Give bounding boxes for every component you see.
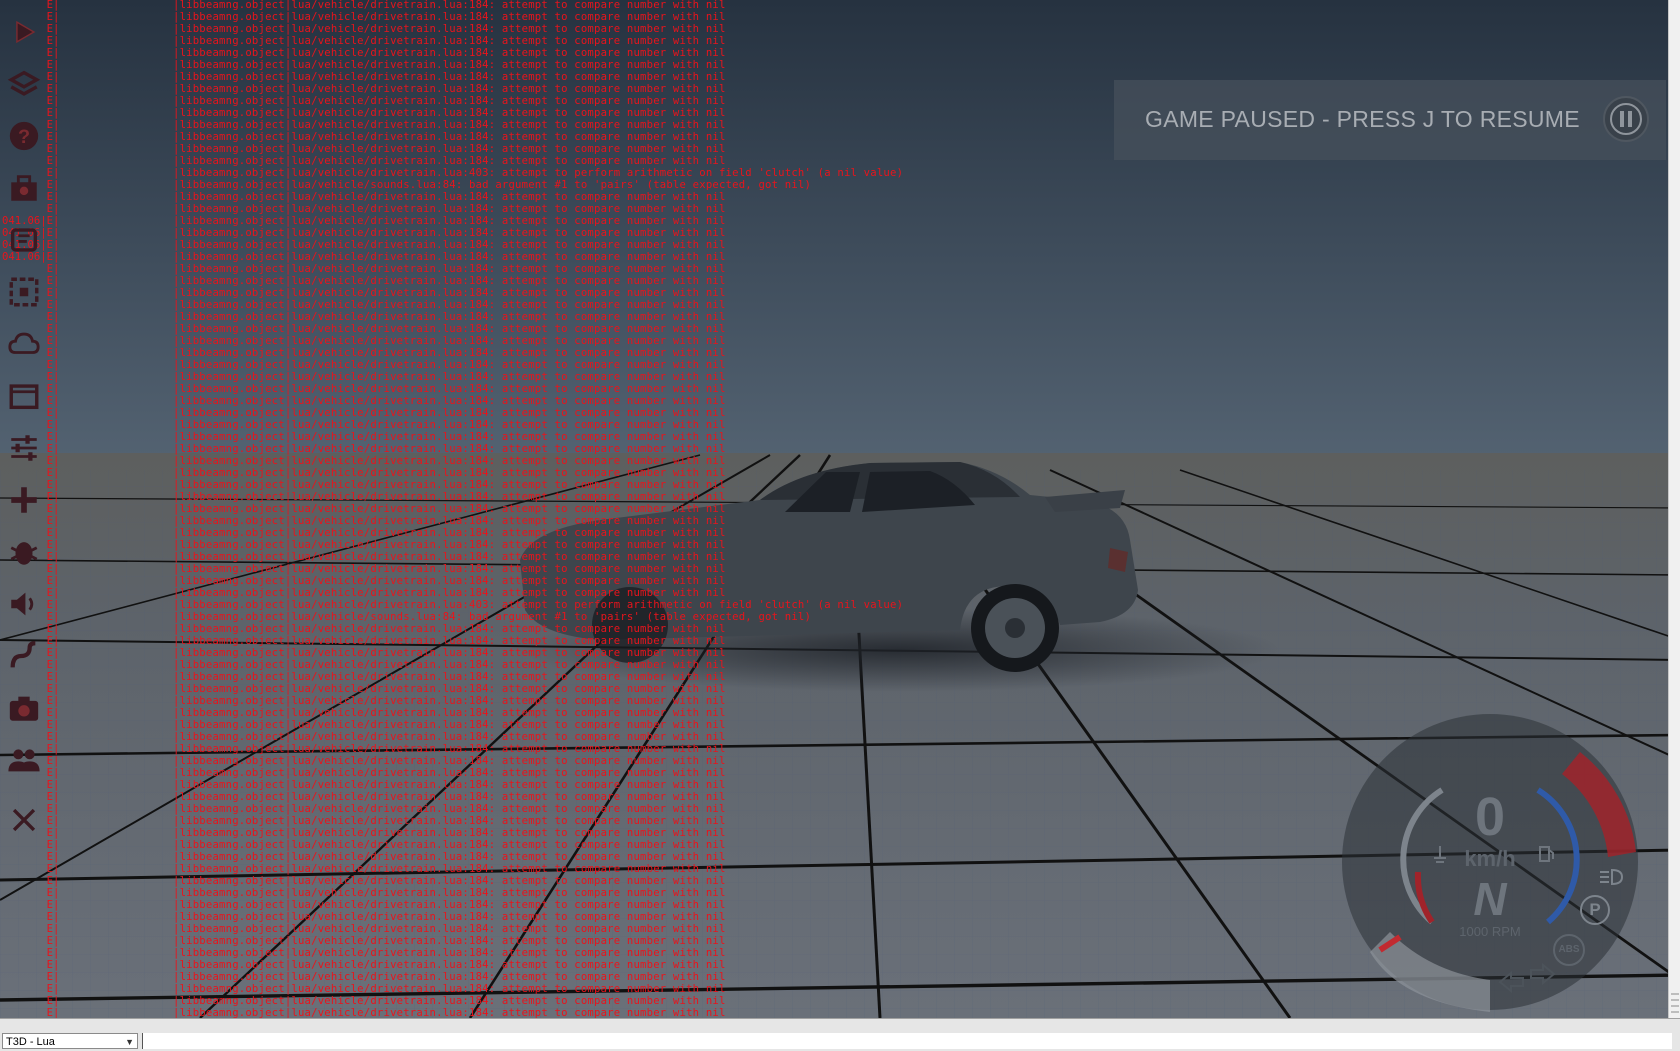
pause-icon[interactable] xyxy=(1601,94,1651,144)
console-input-bar: T3D - Lua ▼ xyxy=(0,1018,1680,1051)
abs-icon: ABS xyxy=(1553,934,1585,966)
sidebar-item-weather[interactable] xyxy=(6,326,42,362)
parking-brake-icon: P xyxy=(1580,895,1610,925)
sidebar-item-debug[interactable] xyxy=(6,534,42,570)
bug-icon xyxy=(10,542,38,565)
resize-grip-icon[interactable] xyxy=(1671,988,1679,1016)
console-environment-select[interactable]: T3D - Lua ▼ xyxy=(2,1033,138,1049)
gear-readout: N xyxy=(1473,873,1507,925)
speed-readout: 0 xyxy=(1474,787,1506,847)
sidebar-item-parts[interactable] xyxy=(6,222,42,258)
pause-banner: GAME PAUSED - PRESS J TO RESUME xyxy=(1114,80,1666,160)
headlight-icon xyxy=(1600,868,1624,886)
sidebar-item-track-builder[interactable] xyxy=(6,638,42,674)
turn-right-icon xyxy=(1530,962,1556,986)
pause-message: GAME PAUSED - PRESS J TO RESUME xyxy=(1145,106,1580,132)
sidebar-item-options[interactable] xyxy=(6,430,42,466)
speed-unit-label: km/h xyxy=(1464,846,1516,871)
close-icon xyxy=(12,808,36,832)
controls-icon xyxy=(11,487,37,513)
console-command-input[interactable] xyxy=(142,1033,1672,1049)
users-icon xyxy=(8,749,40,772)
sidebar-item-audio[interactable] xyxy=(6,586,42,622)
sidebar-item-help[interactable]: ? xyxy=(6,118,42,154)
viewport-scrollbar[interactable] xyxy=(1668,0,1680,1018)
fuel-icon xyxy=(1539,846,1554,862)
sidebar-item-multiplayer[interactable] xyxy=(6,742,42,778)
help-icon: ? xyxy=(9,121,39,151)
vehicle-hud: 0 km/h N 1000 RPM P ABS xyxy=(1340,712,1640,1012)
svg-text:?: ? xyxy=(18,126,30,148)
camera-icon xyxy=(9,696,39,721)
selection-icon xyxy=(9,277,39,307)
play-icon xyxy=(16,20,36,44)
sound-icon xyxy=(11,592,34,616)
sidebar-item-photo-mode[interactable] xyxy=(6,690,42,726)
vehicle-config-icon xyxy=(11,175,37,201)
temperature-icon xyxy=(1434,846,1446,863)
turn-left-icon xyxy=(1498,970,1524,994)
rpm-label: 1000 RPM xyxy=(1459,924,1521,939)
sidebar-item-environment[interactable] xyxy=(6,66,42,102)
sidebar-item-selection[interactable] xyxy=(6,274,42,310)
weather-icon xyxy=(8,332,40,354)
console-environment-label: T3D - Lua xyxy=(6,1036,55,1048)
sidebar-item-play[interactable] xyxy=(6,14,42,50)
sidebar-item-controls[interactable] xyxy=(6,482,42,518)
track-icon xyxy=(10,641,36,668)
chevron-down-icon: ▼ xyxy=(125,1037,134,1047)
parts-icon xyxy=(10,228,38,252)
environment-icon xyxy=(7,70,41,96)
sidebar-item-close[interactable] xyxy=(6,802,42,838)
sliders-icon xyxy=(11,435,37,461)
sidebar: ? xyxy=(0,0,50,1018)
film-icon xyxy=(9,384,39,410)
sidebar-item-vehicle-config[interactable] xyxy=(6,170,42,206)
sidebar-item-replay[interactable] xyxy=(6,378,42,414)
